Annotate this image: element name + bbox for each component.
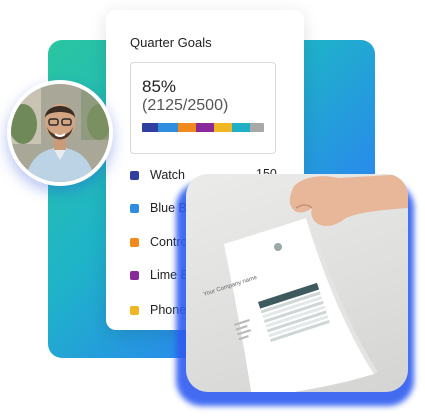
document-photo: Your Company name xyxy=(186,174,408,392)
legend-item: Watch xyxy=(130,167,185,183)
bar-segment xyxy=(196,123,214,132)
legend-swatch xyxy=(130,270,139,280)
legend-swatch xyxy=(130,170,139,180)
bar-segment xyxy=(158,123,178,132)
legend-label: Watch xyxy=(150,168,185,182)
invoice-document-icon: Your Company name xyxy=(203,174,408,392)
avatar xyxy=(11,84,109,182)
legend-swatch xyxy=(130,305,139,315)
bar-segment xyxy=(214,123,232,132)
bar-segment xyxy=(232,123,250,132)
bar-segment xyxy=(250,123,264,132)
segmented-progress-bar xyxy=(142,123,264,132)
bar-segment xyxy=(142,123,158,132)
bar-segment xyxy=(178,123,196,132)
progress-box: 85% (2125/2500) xyxy=(130,62,276,154)
legend-swatch xyxy=(130,203,139,213)
person-photo-icon xyxy=(11,84,109,182)
progress-ratio: (2125/2500) xyxy=(142,97,229,114)
legend-swatch xyxy=(130,237,139,247)
card-title: Quarter Goals xyxy=(130,35,212,50)
progress-percent: 85% xyxy=(142,77,177,96)
